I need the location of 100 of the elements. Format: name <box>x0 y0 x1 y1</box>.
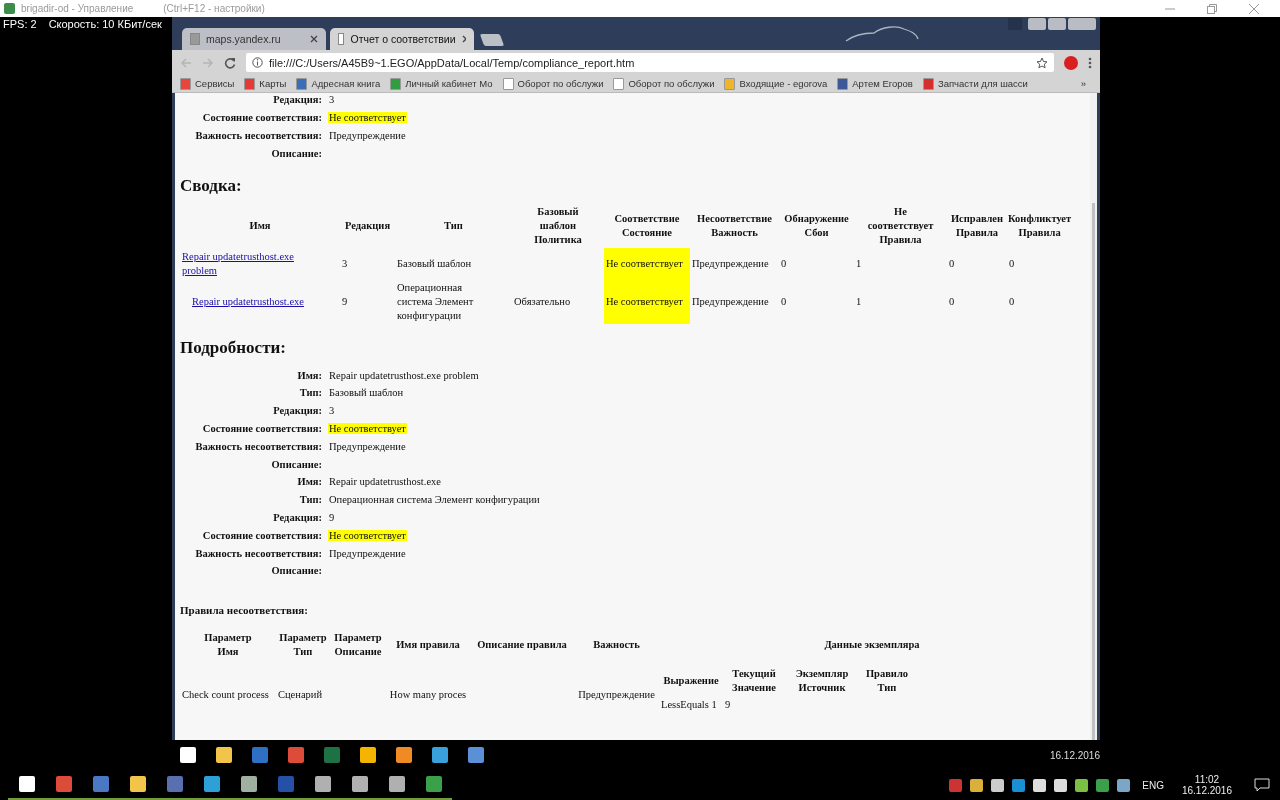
table-cell: 0 <box>1009 296 1015 308</box>
field-value: Предупреждение <box>328 440 407 452</box>
app-logo-icon <box>4 3 15 14</box>
column-header: Параметр Тип <box>278 630 328 659</box>
bookmark-item[interactable]: Сервисы <box>180 77 235 90</box>
page-icon <box>613 77 625 90</box>
table-cell: 0 <box>949 296 955 308</box>
field-value: 3 <box>328 94 336 106</box>
column-header: Несоответствие Важность <box>690 204 779 249</box>
table-cell: Предупреждение <box>692 296 769 308</box>
column-header: Важность <box>592 637 641 652</box>
close-icon[interactable] <box>310 35 318 43</box>
more-bookmarks-button[interactable]: » <box>1080 78 1092 89</box>
section-heading: Сводка: <box>180 176 243 197</box>
field-label: Важность несоответствия: <box>194 440 322 452</box>
column-header: Имя <box>248 219 272 234</box>
field-label: Редакция: <box>272 511 322 523</box>
field-label: Тип: <box>298 387 322 399</box>
field-label: Редакция: <box>272 94 322 106</box>
field-label: Тип: <box>298 494 322 506</box>
field-value: Предупреждение <box>328 130 407 141</box>
restore-icon[interactable] <box>1206 2 1218 15</box>
new-tab-button[interactable] <box>479 34 505 46</box>
column-header: Базовый шаблон Политика <box>512 204 604 249</box>
page-icon <box>338 33 345 45</box>
column-header: Не соответствует Правила <box>866 205 935 248</box>
field-value: Операционная система Элемент конфигурации <box>328 494 541 506</box>
close-icon[interactable] <box>1248 2 1260 15</box>
column-header: Конфликтует Правила <box>1007 212 1073 241</box>
browser-tab[interactable]: Отчет о соответствии <box>330 28 474 50</box>
section-heading: Подробности: <box>180 338 287 359</box>
field-label: Редакция: <box>272 405 322 417</box>
bookmark-item[interactable]: Личный кабинет Mo <box>390 77 493 90</box>
column-header: Редакция <box>343 219 392 234</box>
page-icon <box>502 77 514 90</box>
address-bar[interactable]: file:///C:/Users/A45B9~1.EGO/AppData/Local/Temp/compliance_report.htm <box>246 53 1054 72</box>
field-label: Описание: <box>270 147 322 159</box>
browser-tab[interactable]: maps.yandex.ru <box>182 28 326 50</box>
menu-icon[interactable] <box>1088 56 1092 69</box>
bookmark-item[interactable]: Карты <box>244 77 287 90</box>
table-cell: Базовый шаблон <box>397 258 472 270</box>
table-cell: How many proces <box>389 689 467 701</box>
bookmark-item[interactable]: Оборот по обслужи <box>502 77 604 90</box>
bookmark-item[interactable]: Оборот по обслужи <box>613 77 715 90</box>
column-header: Экземпляр Источник <box>794 666 850 695</box>
table-cell: 0 <box>949 258 955 270</box>
language-indicator[interactable]: ENG <box>1142 779 1164 791</box>
notifications-icon[interactable] <box>1254 778 1270 792</box>
field-value: 9 <box>328 511 336 523</box>
field-label: Важность несоответствия: <box>194 547 322 559</box>
column-header: Выражение <box>662 673 720 688</box>
field-label: Состояние соответствия: <box>201 112 322 124</box>
column-header: Параметр Имя <box>203 630 253 659</box>
bookmark-item[interactable]: Запчасти для шасси <box>922 77 1028 90</box>
bookmark-star-icon[interactable] <box>1036 56 1048 69</box>
column-header: Соответствие Состояние <box>604 204 690 249</box>
column-header: Параметр Описание <box>333 630 383 659</box>
field-value: Repair updatetrusthost.exe <box>328 476 442 488</box>
table-cell: 0 <box>781 258 787 270</box>
field-label: Имя: <box>296 369 322 381</box>
table-cell: Не соответствует <box>604 248 690 281</box>
field-label: Состояние соответствия: <box>201 422 322 434</box>
table-cell: 9 <box>342 296 348 308</box>
field-value: 3 <box>328 405 336 417</box>
column-header: Данные экземпляра <box>823 637 921 652</box>
bookmark-item[interactable]: Адресная книга <box>296 77 381 90</box>
fps-reading: FPS: 2 <box>3 18 37 30</box>
report-link[interactable]: Repair updatetrusthost.exe <box>192 295 304 310</box>
table-cell: 1 <box>856 296 862 308</box>
field-value: Базовый шаблон <box>328 387 405 399</box>
table-cell: Операционная система Элемент конфигурации <box>397 282 474 322</box>
column-header: Описание правила <box>476 637 568 652</box>
column-header: Правило Тип <box>864 666 910 695</box>
reload-icon[interactable] <box>224 56 236 69</box>
bookmark-item[interactable]: Входящие - egorova <box>724 77 828 90</box>
column-header: Текущий Значение <box>731 666 777 695</box>
close-icon[interactable] <box>461 35 466 43</box>
table-cell: LessEquals 1 <box>661 698 717 710</box>
field-label: Описание: <box>270 565 322 577</box>
table-cell: 3 <box>342 258 348 270</box>
field-value: Не соответствует <box>328 112 407 124</box>
clock-date: 16.12.2016 <box>1049 749 1100 761</box>
field-label: Имя: <box>296 476 322 488</box>
table-cell: Предупреждение <box>692 258 769 270</box>
column-header: Имя правила <box>395 637 461 652</box>
table-cell: Не соответствует <box>604 280 690 325</box>
table-cell: Check count process <box>182 689 269 701</box>
column-header: Тип <box>443 219 464 234</box>
table-cell: Сценарий <box>278 689 323 701</box>
info-icon <box>252 57 263 68</box>
clock[interactable]: 11:02 16.12.2016 <box>1181 774 1232 796</box>
table-cell: 1 <box>856 258 862 270</box>
table-cell: Предупреждение <box>578 689 655 701</box>
bookmark-item[interactable]: Артем Егоров <box>837 77 913 90</box>
scrollbar[interactable] <box>1090 93 1097 740</box>
field-value: Не соответствует <box>328 529 407 541</box>
report-link[interactable]: Repair updatetrusthost.exe problem <box>182 250 310 279</box>
table-cell: 0 <box>781 296 787 308</box>
scrollbar-thumb[interactable] <box>1092 203 1095 740</box>
table-cell: Обязательно <box>514 296 571 308</box>
